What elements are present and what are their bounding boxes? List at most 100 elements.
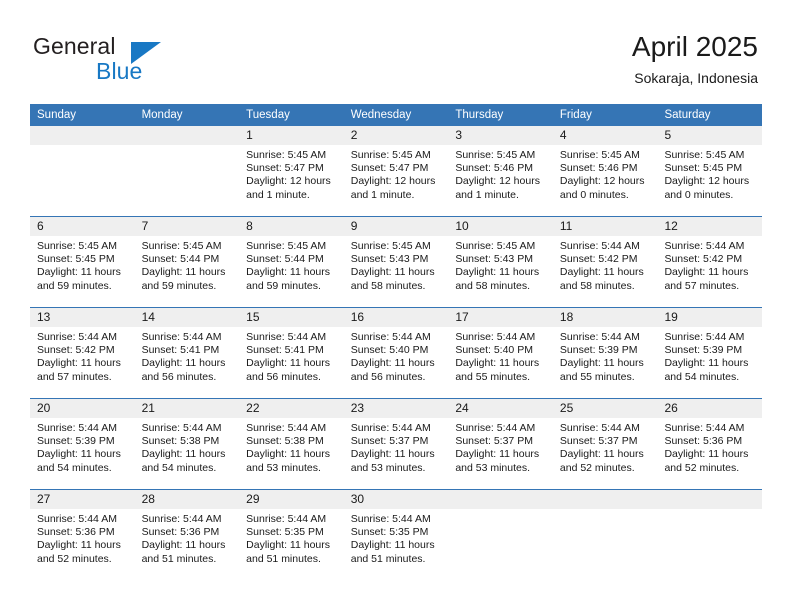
sunrise-text: Sunrise: 5:44 AM (141, 331, 222, 343)
calendar-day-cell[interactable]: 24 Sunrise: 5:44 AM Sunset: 5:37 PM Dayligh… (448, 399, 553, 489)
sunrise-text: Sunrise: 5:44 AM (37, 513, 117, 525)
calendar-day-cell[interactable]: 26 Sunrise: 5:44 AM Sunset: 5:36 PM Dayligh… (657, 399, 763, 489)
day-number-band: 27 (30, 490, 135, 509)
day-number: 17 (455, 310, 469, 324)
day-number-band: 8 (239, 217, 344, 236)
day-details: Sunrise: 5:45 AM Sunset: 5:47 PM Daylight:… (344, 145, 449, 202)
general-blue-logo[interactable]: General Blue (33, 33, 253, 85)
day-number-band: 2 (343, 126, 449, 145)
calendar-week-row: 27 Sunrise: 5:44 AM Sunset: 5:36 PM Dayligh… (30, 489, 763, 580)
day-number-band: 11 (552, 217, 658, 236)
calendar-day-cell[interactable]: 3 Sunrise: 5:45 AM Sunset: 5:46 PM Daylight… (448, 126, 553, 216)
calendar-day-cell[interactable]: 29 Sunrise: 5:44 AM Sunset: 5:35 PM Dayligh… (239, 490, 344, 580)
day-number-band: 29 (239, 490, 344, 509)
sunset-text: Sunset: 5:35 PM (246, 526, 324, 539)
calendar-day-cell[interactable]: 22 Sunrise: 5:44 AM Sunset: 5:38 PM Dayligh… (239, 399, 344, 489)
sunset-text: Sunset: 5:37 PM (455, 435, 533, 448)
sunrise-text: Sunrise: 5:45 AM (350, 149, 431, 161)
daylight-text-line1: Daylight: 11 hours (455, 266, 540, 279)
day-number: 16 (350, 310, 365, 324)
sunrise-text: Sunrise: 5:45 AM (559, 149, 640, 161)
calendar-day-cell-empty (30, 126, 135, 216)
day-details: Sunrise: 5:45 AM Sunset: 5:45 PM Daylight:… (30, 236, 135, 293)
daylight-text-line1: Daylight: 11 hours (141, 539, 226, 552)
sunset-text: Sunset: 5:39 PM (37, 435, 115, 448)
day-number: 12 (664, 219, 678, 233)
dow-thursday: Thursday (455, 109, 504, 121)
calendar-page: General Blue April 2025 Sokaraja, Indone… (0, 0, 792, 612)
day-details: Sunrise: 5:45 AM Sunset: 5:43 PM Daylight:… (344, 236, 449, 293)
daylight-text-line1: Daylight: 12 hours (246, 175, 331, 188)
calendar-day-cell[interactable]: 16 Sunrise: 5:44 AM Sunset: 5:40 PM Dayligh… (343, 308, 449, 398)
sunset-text: Sunset: 5:37 PM (559, 435, 638, 448)
calendar-day-cell[interactable]: 14 Sunrise: 5:44 AM Sunset: 5:41 PM Dayligh… (134, 308, 240, 398)
daylight-text-line2: and 59 minutes. (37, 279, 112, 292)
calendar-day-cell[interactable]: 8 Sunrise: 5:45 AM Sunset: 5:44 PM Daylight… (239, 217, 344, 307)
calendar-day-cell[interactable]: 7 Sunrise: 5:45 AM Sunset: 5:44 PM Daylight… (134, 217, 240, 307)
calendar-day-cell[interactable]: 12 Sunrise: 5:44 AM Sunset: 5:42 PM Dayligh… (657, 217, 763, 307)
page-subtitle: Sokaraja, Indonesia (634, 70, 758, 86)
calendar-day-cell[interactable]: 9 Sunrise: 5:45 AM Sunset: 5:43 PM Daylight… (343, 217, 449, 307)
day-details: Sunrise: 5:45 AM Sunset: 5:44 PM Daylight:… (239, 236, 344, 293)
calendar-day-cell[interactable]: 13 Sunrise: 5:44 AM Sunset: 5:42 PM Dayligh… (30, 308, 135, 398)
sunrise-text: Sunrise: 5:45 AM (455, 240, 536, 252)
calendar-day-cell[interactable]: 25 Sunrise: 5:44 AM Sunset: 5:37 PM Dayligh… (552, 399, 658, 489)
day-number-band: 15 (239, 308, 344, 327)
daylight-text-line1: Daylight: 11 hours (559, 266, 644, 279)
calendar-day-cell[interactable]: 4 Sunrise: 5:45 AM Sunset: 5:46 PM Daylight… (552, 126, 658, 216)
day-number-band: 23 (343, 399, 449, 418)
day-number-band: 12 (657, 217, 763, 236)
daylight-text-line1: Daylight: 11 hours (37, 448, 121, 461)
day-number: 18 (559, 310, 574, 324)
daylight-text-line2: and 1 minute. (350, 188, 415, 201)
sunrise-text: Sunrise: 5:44 AM (37, 422, 117, 434)
sunrise-text: Sunrise: 5:44 AM (37, 331, 117, 343)
calendar-day-cell[interactable]: 18 Sunrise: 5:44 AM Sunset: 5:39 PM Dayligh… (552, 308, 658, 398)
calendar-day-cell[interactable]: 30 Sunrise: 5:44 AM Sunset: 5:35 PM Dayligh… (343, 490, 449, 580)
calendar-day-cell[interactable]: 21 Sunrise: 5:44 AM Sunset: 5:38 PM Dayligh… (134, 399, 240, 489)
calendar-day-cell-empty (448, 490, 553, 580)
sunrise-text: Sunrise: 5:44 AM (559, 331, 640, 343)
day-number-band (657, 490, 763, 509)
daylight-text-line1: Daylight: 11 hours (37, 266, 121, 279)
calendar-day-cell[interactable]: 1 Sunrise: 5:45 AM Sunset: 5:47 PM Daylight… (239, 126, 344, 216)
calendar-week-row: 6 Sunrise: 5:45 AM Sunset: 5:45 PM Daylight… (30, 216, 763, 307)
day-details: Sunrise: 5:44 AM Sunset: 5:41 PM Daylight:… (239, 327, 344, 384)
calendar-day-cell[interactable]: 5 Sunrise: 5:45 AM Sunset: 5:45 PM Daylight… (657, 126, 763, 216)
day-number-band: 14 (134, 308, 240, 327)
sunrise-text: Sunrise: 5:44 AM (455, 331, 536, 343)
day-number-band: 4 (552, 126, 658, 145)
calendar-day-cell[interactable]: 27 Sunrise: 5:44 AM Sunset: 5:36 PM Dayligh… (30, 490, 135, 580)
calendar-day-cell[interactable]: 19 Sunrise: 5:44 AM Sunset: 5:39 PM Dayligh… (657, 308, 763, 398)
calendar-day-cell[interactable]: 23 Sunrise: 5:44 AM Sunset: 5:37 PM Dayligh… (343, 399, 449, 489)
calendar-day-cell[interactable]: 6 Sunrise: 5:45 AM Sunset: 5:45 PM Daylight… (30, 217, 135, 307)
sunset-text: Sunset: 5:39 PM (664, 344, 743, 357)
daylight-text-line2: and 51 minutes. (246, 552, 321, 565)
day-number: 24 (455, 401, 469, 415)
dow-monday: Monday (141, 109, 183, 121)
dow-saturday: Saturday (664, 109, 711, 121)
day-number-band: 10 (448, 217, 553, 236)
daylight-text-line1: Daylight: 11 hours (664, 448, 749, 461)
sunset-text: Sunset: 5:41 PM (246, 344, 324, 357)
calendar-day-cell[interactable]: 20 Sunrise: 5:44 AM Sunset: 5:39 PM Dayligh… (30, 399, 135, 489)
day-details: Sunrise: 5:45 AM Sunset: 5:46 PM Daylight:… (448, 145, 553, 202)
calendar-day-cell[interactable]: 28 Sunrise: 5:44 AM Sunset: 5:36 PM Dayligh… (134, 490, 240, 580)
sunrise-text: Sunrise: 5:44 AM (664, 240, 745, 252)
calendar-day-cell[interactable]: 17 Sunrise: 5:44 AM Sunset: 5:40 PM Dayligh… (448, 308, 553, 398)
day-number-band: 20 (30, 399, 135, 418)
daylight-text-line1: Daylight: 11 hours (246, 266, 331, 279)
daylight-text-line1: Daylight: 11 hours (664, 266, 749, 279)
day-details: Sunrise: 5:45 AM Sunset: 5:44 PM Daylight:… (135, 236, 240, 293)
day-number-band: 3 (448, 126, 553, 145)
calendar-day-cell[interactable]: 2 Sunrise: 5:45 AM Sunset: 5:47 PM Daylight… (343, 126, 449, 216)
day-number: 29 (246, 492, 260, 506)
calendar-day-cell[interactable]: 11 Sunrise: 5:44 AM Sunset: 5:42 PM Dayligh… (552, 217, 658, 307)
calendar-day-cell[interactable]: 10 Sunrise: 5:45 AM Sunset: 5:43 PM Dayligh… (448, 217, 553, 307)
sunset-text: Sunset: 5:40 PM (455, 344, 533, 357)
daylight-text-line1: Daylight: 12 hours (350, 175, 436, 188)
page-title: April 2025 (631, 31, 758, 62)
calendar-day-cell[interactable]: 15 Sunrise: 5:44 AM Sunset: 5:41 PM Dayligh… (239, 308, 344, 398)
day-details: Sunrise: 5:44 AM Sunset: 5:37 PM Daylight:… (448, 418, 553, 475)
day-number: 25 (559, 401, 574, 415)
